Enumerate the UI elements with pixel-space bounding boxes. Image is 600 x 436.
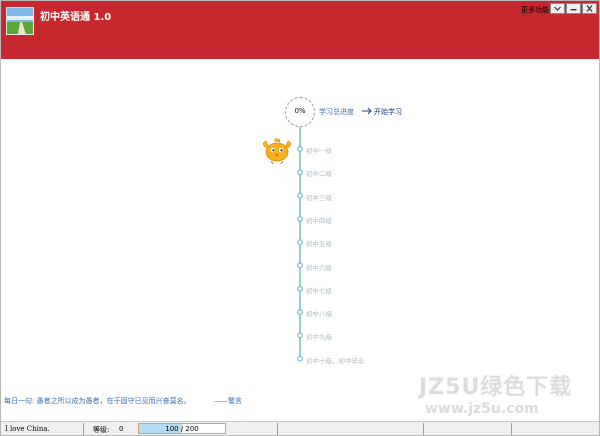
progress-percent: 0% [294,107,306,115]
chevron-down-icon [554,6,561,11]
minimize-button[interactable] [566,3,581,14]
level-item[interactable]: 初中一级 [306,145,332,155]
status-separator [511,423,512,435]
landscape-logo-icon [6,7,34,35]
level-dot [297,215,303,222]
experience-bar: 100 / 200 [138,423,226,434]
level-item[interactable]: 初中五级 [306,238,332,248]
level-value: 0 [119,425,124,433]
level-dot [297,285,303,292]
level-dot [297,239,303,246]
title-bar: 初中英语通 1.0 更多功能 [1,1,599,59]
watermark-title: JZ5U绿色下载 [419,375,573,400]
main-area: 0% 学习总进度 开始学习 初中一级初中二级初中三级初中四级初中五级初中六级初中… [1,59,599,421]
chick-mascot-icon [262,138,292,165]
daily-quote-text: 愚者之所以成为愚者，在于固守已见而兴奋莫名。 [36,397,191,405]
status-separator [83,423,84,435]
level-item[interactable]: 初中九级 [306,331,332,341]
more-features-menu[interactable]: 更多功能 [521,5,549,15]
app-title: 初中英语通 1.0 [40,12,112,23]
status-bar: I love China. 等级: 0 100 / 200 [1,421,599,435]
start-learning-button[interactable]: 开始学习 [374,107,402,117]
app-window: 初中英语通 1.0 更多功能 0% 学习总进度 开始学习 初中一级 初中二级 初… [0,0,600,436]
daily-quote-author: ——警言 [214,397,242,405]
level-item[interactable]: 初中八级 [306,308,332,318]
level-dot [297,146,303,152]
level-item[interactable]: 初中六级 [306,262,332,272]
level-item[interactable]: 初中七级 [306,285,332,295]
level-dot [297,192,303,199]
level-dot [297,332,303,339]
level-label: 等级: [93,426,110,434]
level-dot [297,309,303,316]
watermark: JZ5U绿色下载 www.jz5u.com [419,369,597,423]
level-dot [297,262,303,269]
progress-circle: 0% [285,97,315,127]
daily-quote: 每日一句: 愚者之所以成为愚者，在于固守已见而兴奋莫名。 ——警言 [4,396,242,406]
close-icon [586,5,593,12]
status-separator [277,423,278,435]
status-message: I love China. [5,425,50,433]
minimize-icon [570,9,577,11]
close-button[interactable] [582,3,597,14]
level-item[interactable]: 初中二级 [306,168,332,178]
arrow-right-icon [362,107,372,115]
experience-text: 100 / 200 [165,425,199,433]
status-separator [423,423,424,435]
level-item[interactable]: 初中十级，初中毕业 [306,355,365,365]
level-dot [297,355,303,362]
dropdown-button[interactable] [550,3,565,14]
level-item[interactable]: 初中四级 [306,215,332,225]
progress-label: 学习总进度 [319,108,354,116]
level-item[interactable]: 初中三级 [306,192,332,202]
watermark-url: www.jz5u.com [425,401,539,417]
level-dot [297,169,303,176]
daily-quote-prefix: 每日一句: [4,397,35,405]
